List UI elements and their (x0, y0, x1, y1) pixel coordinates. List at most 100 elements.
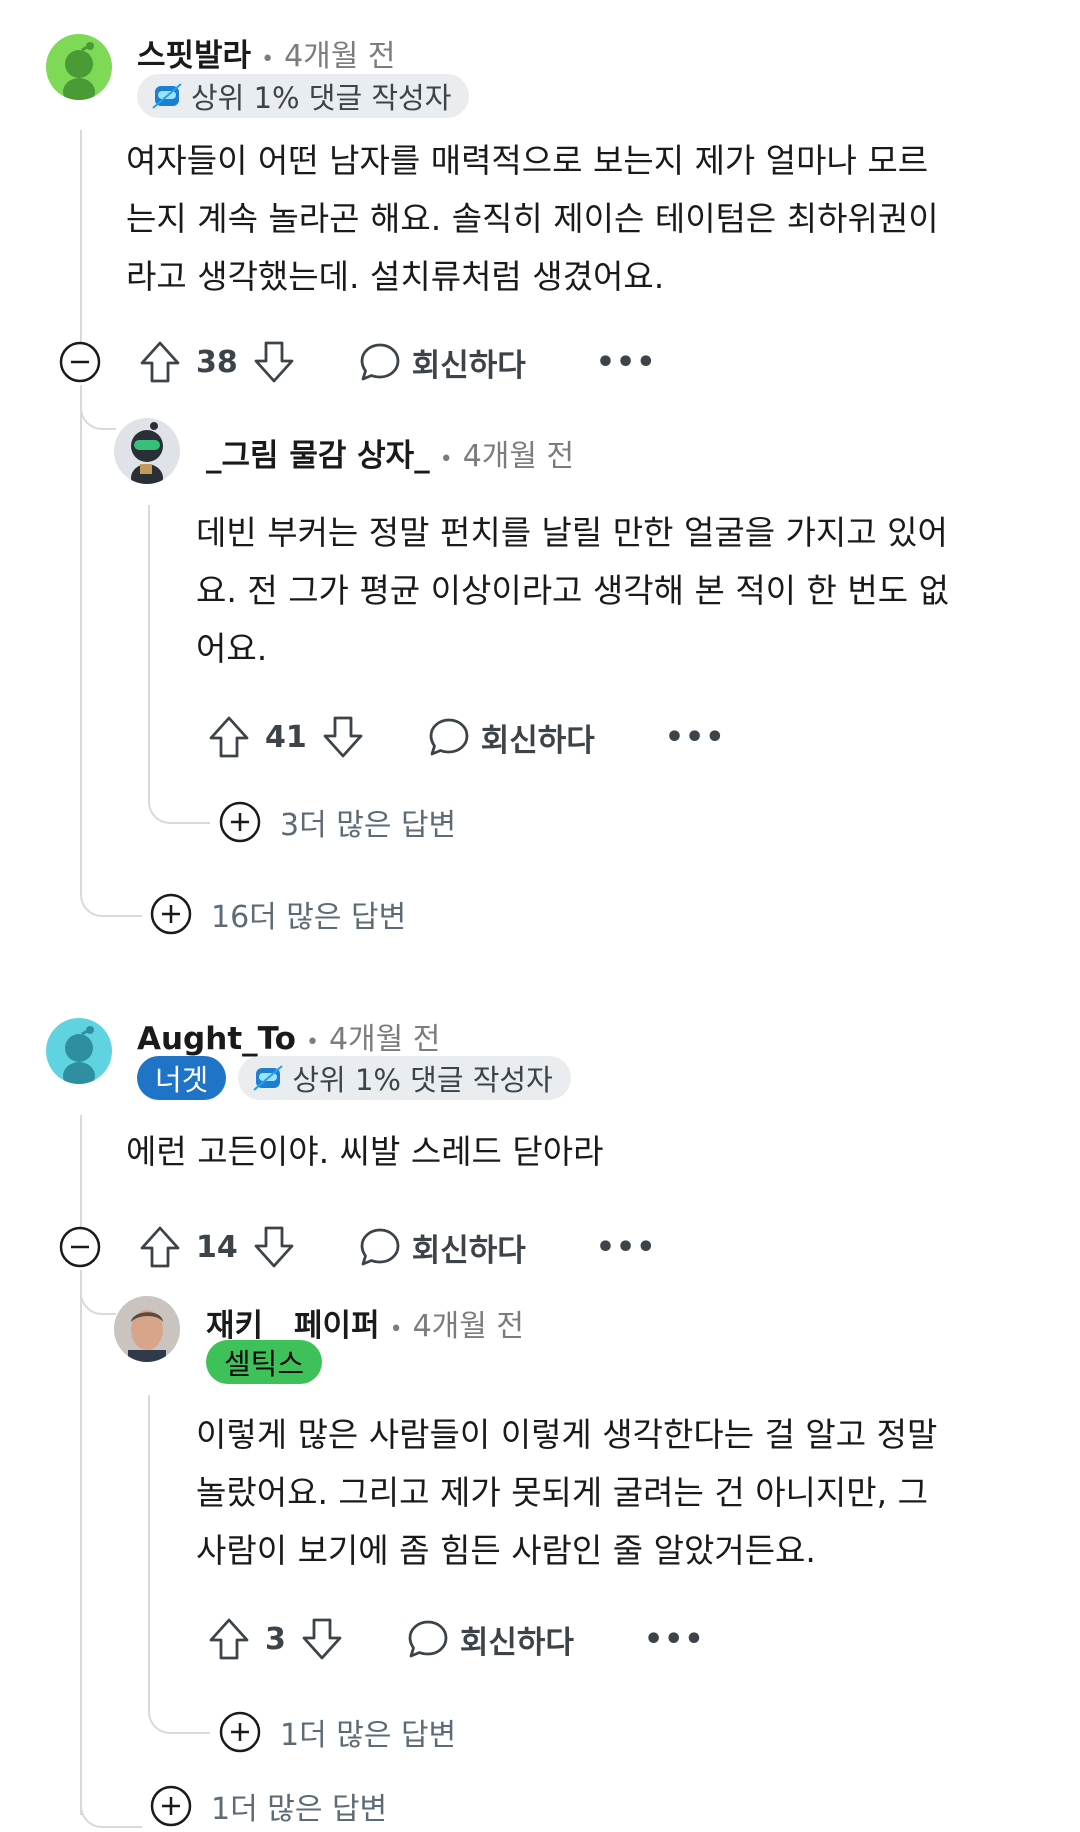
separator-dot: • (305, 1030, 319, 1055)
more-replies-button[interactable]: 1더 많은 답변 (149, 1784, 387, 1828)
reply-label: 회신하다 (411, 347, 526, 384)
comment-meta: Aught_To • 4개월 전 (137, 1014, 440, 1058)
comment-text-line: 데빈 부커는 정말 펀치를 날릴 만한 얼굴을 가지고 있어 (196, 513, 948, 552)
reply-button[interactable]: 회신하다 (358, 1225, 526, 1270)
comment-body: 데빈 부커는 정말 펀치를 날릴 만한 얼굴을 가지고 있어 요. 전 그가 평… (196, 504, 1056, 678)
downvote-arrow-icon (323, 716, 363, 758)
more-replies-label: 16더 많은 답변 (211, 900, 407, 935)
trophy-goggles-icon (253, 1065, 284, 1091)
minus-circle-icon (59, 341, 101, 383)
user-flair: 너겟 (137, 1056, 227, 1100)
comment-text-line: 요. 전 그가 평균 이상이라고 생각해 본 적이 한 번도 없 (196, 571, 949, 610)
vote-count: 3 (265, 1621, 286, 1657)
more-options-icon[interactable]: ••• (596, 1230, 657, 1265)
avatar[interactable] (114, 1296, 180, 1362)
username[interactable]: 스핏발라 (137, 30, 251, 75)
plus-circle-icon (219, 1711, 261, 1753)
plus-circle-icon (150, 893, 192, 935)
username[interactable]: 재키__페이퍼 (206, 1300, 380, 1345)
trophy-goggles-icon (152, 83, 182, 109)
thread-branch (80, 400, 116, 430)
badge-label: 상위 1% 댓글 작성자 (191, 81, 452, 115)
more-replies-button[interactable]: 16더 많은 답변 (149, 892, 406, 936)
more-options-icon[interactable]: ••• (665, 720, 726, 755)
comment-text-line: 에런 고든이야. 씨발 스레드 닫아라 (126, 1132, 604, 1171)
comment-actions: 14 회신하다 ••• (138, 1222, 656, 1272)
vote-count: 38 (196, 344, 238, 380)
timestamp: 4개월 전 (412, 1309, 525, 1344)
downvote-button[interactable] (321, 714, 365, 760)
downvote-button[interactable] (252, 339, 296, 385)
reply-label: 회신하다 (459, 1624, 574, 1661)
speech-bubble-icon (408, 1620, 448, 1658)
username[interactable]: _그림 물감 상자_ (206, 430, 430, 475)
downvote-arrow-icon (254, 1226, 294, 1268)
more-replies-label: 3더 많은 답변 (280, 808, 457, 843)
vote-count: 41 (265, 719, 307, 755)
avatar[interactable] (114, 418, 180, 484)
badge-row: 셀틱스 (206, 1340, 323, 1384)
snoo-avatar-icon (63, 1026, 95, 1084)
username[interactable]: Aught_To (137, 1021, 296, 1057)
collapse-button[interactable] (58, 1225, 102, 1269)
comment-meta: 재키__페이퍼 • 4개월 전 (206, 1300, 524, 1345)
upvote-button[interactable] (138, 339, 182, 385)
collapse-button[interactable] (58, 340, 102, 384)
downvote-button[interactable] (252, 1224, 296, 1270)
thread-branch (148, 770, 210, 824)
badge-row: 너겟 상위 1% 댓글 작성자 (137, 1056, 571, 1100)
top-commenter-badge: 상위 1% 댓글 작성자 (238, 1056, 571, 1100)
upvote-arrow-icon (140, 1226, 180, 1268)
speech-bubble-icon (429, 718, 469, 756)
speech-bubble-icon (360, 343, 400, 381)
comment-meta: _그림 물감 상자_ • 4개월 전 (206, 430, 574, 475)
comment-actions: 38 회신하다 ••• (138, 337, 656, 387)
upvote-button[interactable] (207, 1616, 251, 1662)
timestamp: 4개월 전 (462, 439, 575, 474)
comment-text-line: 사람이 보기에 좀 힘든 사람인 줄 알았거든요. (196, 1531, 816, 1570)
separator-dot: • (389, 1317, 403, 1342)
comment-text-line: 이렇게 많은 사람들이 이렇게 생각한다는 걸 알고 정말 (196, 1415, 938, 1454)
profile-photo-icon (114, 1296, 180, 1362)
thread-branch (148, 1680, 210, 1734)
downvote-arrow-icon (302, 1618, 342, 1660)
more-options-icon[interactable]: ••• (644, 1622, 705, 1657)
thread-line (80, 130, 82, 355)
comment-body: 에런 고든이야. 씨발 스레드 닫아라 (126, 1123, 1056, 1181)
avatar[interactable] (46, 1018, 112, 1084)
more-options-icon[interactable]: ••• (596, 345, 657, 380)
downvote-button[interactable] (300, 1616, 344, 1662)
timestamp: 4개월 전 (328, 1022, 441, 1057)
thread-line (80, 1270, 82, 1815)
snoo-avatar-icon (63, 42, 95, 100)
more-replies-button[interactable]: 1더 많은 답변 (218, 1710, 456, 1754)
plus-circle-icon (150, 1785, 192, 1827)
upvote-button[interactable] (207, 714, 251, 760)
thread-branch (80, 1285, 116, 1315)
thread-line (148, 505, 150, 785)
user-flair: 셀틱스 (206, 1340, 323, 1384)
upvote-arrow-icon (209, 716, 249, 758)
snoo-avatar-icon (131, 422, 163, 484)
separator-dot: • (439, 447, 453, 472)
thread-branch (80, 1760, 142, 1828)
upvote-arrow-icon (209, 1618, 249, 1660)
reply-label: 회신하다 (411, 1232, 526, 1269)
thread-branch (80, 845, 142, 917)
more-replies-button[interactable]: 3더 많은 답변 (218, 800, 456, 844)
comment-body: 여자들이 어떤 남자를 매력적으로 보는지 제가 얼마나 모르 는지 계속 놀라… (126, 132, 1056, 306)
reply-button[interactable]: 회신하다 (358, 340, 526, 385)
reply-button[interactable]: 회신하다 (406, 1617, 574, 1662)
comment-text-line: 는지 계속 놀라곤 해요. 솔직히 제이슨 테이텀은 최하위권이 (126, 199, 939, 238)
comment-text-line: 라고 생각했는데. 설치류처럼 생겼어요. (126, 257, 665, 296)
reply-button[interactable]: 회신하다 (427, 715, 595, 760)
upvote-button[interactable] (138, 1224, 182, 1270)
top-commenter-badge: 상위 1% 댓글 작성자 (137, 74, 470, 118)
comment-actions: 3 회신하다 ••• (207, 1614, 705, 1664)
comment-text-line: 어요. (196, 629, 268, 668)
avatar[interactable] (46, 34, 112, 100)
more-replies-label: 1더 많은 답변 (211, 1792, 388, 1827)
minus-circle-icon (59, 1226, 101, 1268)
downvote-arrow-icon (254, 341, 294, 383)
comment-body: 이렇게 많은 사람들이 이렇게 생각한다는 걸 알고 정말 놀랐어요. 그리고 … (196, 1406, 1056, 1580)
